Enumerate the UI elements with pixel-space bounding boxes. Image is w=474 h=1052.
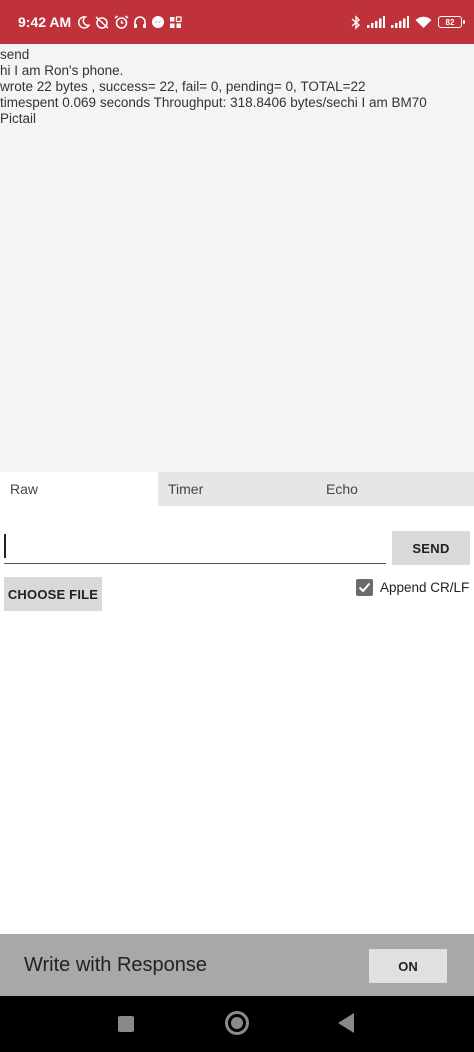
system-nav-bar xyxy=(0,996,474,1052)
bluetooth-icon xyxy=(351,14,361,30)
battery-icon: 82 xyxy=(438,16,465,28)
status-icons-right: 82 xyxy=(351,14,465,30)
choose-file-button[interactable]: CHOOSE FILE xyxy=(4,577,102,611)
append-crlf-checkbox[interactable]: Append CR/LF xyxy=(356,578,469,596)
tab-label: Timer xyxy=(168,481,204,497)
text-caret xyxy=(4,534,6,558)
send-row: SEND xyxy=(0,528,474,568)
back-icon[interactable] xyxy=(338,1013,354,1033)
battery-level: 82 xyxy=(445,17,455,27)
tab-echo[interactable]: Echo xyxy=(316,472,474,506)
log-line: send xyxy=(0,47,30,62)
apps-icon xyxy=(170,15,182,28)
messenger-icon xyxy=(152,16,165,28)
checkbox-checked-icon[interactable] xyxy=(356,578,373,596)
tab-label: Raw xyxy=(10,481,39,497)
status-bar: 9:42 AM 82 xyxy=(0,0,474,44)
signal-icon xyxy=(391,16,409,28)
status-time: 9:42 AM xyxy=(18,14,72,30)
wifi-icon xyxy=(415,16,432,28)
tab-raw[interactable]: Raw xyxy=(0,472,158,506)
alarm-icon xyxy=(114,15,129,29)
write-response-label: Write with Response xyxy=(24,954,208,976)
log-line: wrote 22 bytes , success= 22, fail= 0, p… xyxy=(0,79,366,94)
log-line: timespent 0.069 seconds Throughput: 318.… xyxy=(0,95,427,110)
log-line: Pictail xyxy=(0,111,37,126)
append-crlf-label: Append CR/LF xyxy=(380,579,470,595)
headphones-icon xyxy=(134,16,147,28)
write-response-bar: Write with Response ON xyxy=(0,934,474,996)
alarm-off-icon xyxy=(95,16,109,29)
moon-icon xyxy=(78,15,91,29)
mode-tabs: Raw Timer Echo xyxy=(0,472,474,506)
tab-label: Echo xyxy=(326,481,358,497)
signal-icon xyxy=(367,16,385,28)
log-output[interactable]: send hi I am Ron's phone. wrote 22 bytes… xyxy=(0,44,474,472)
recents-icon[interactable] xyxy=(118,1016,134,1032)
tab-timer[interactable]: Timer xyxy=(158,472,316,506)
home-icon[interactable] xyxy=(225,1011,249,1035)
message-input[interactable] xyxy=(4,532,386,564)
status-icons-left xyxy=(77,15,182,29)
log-line: hi I am Ron's phone. xyxy=(0,63,124,78)
send-button[interactable]: SEND xyxy=(392,531,470,565)
write-response-toggle[interactable]: ON xyxy=(369,949,447,983)
